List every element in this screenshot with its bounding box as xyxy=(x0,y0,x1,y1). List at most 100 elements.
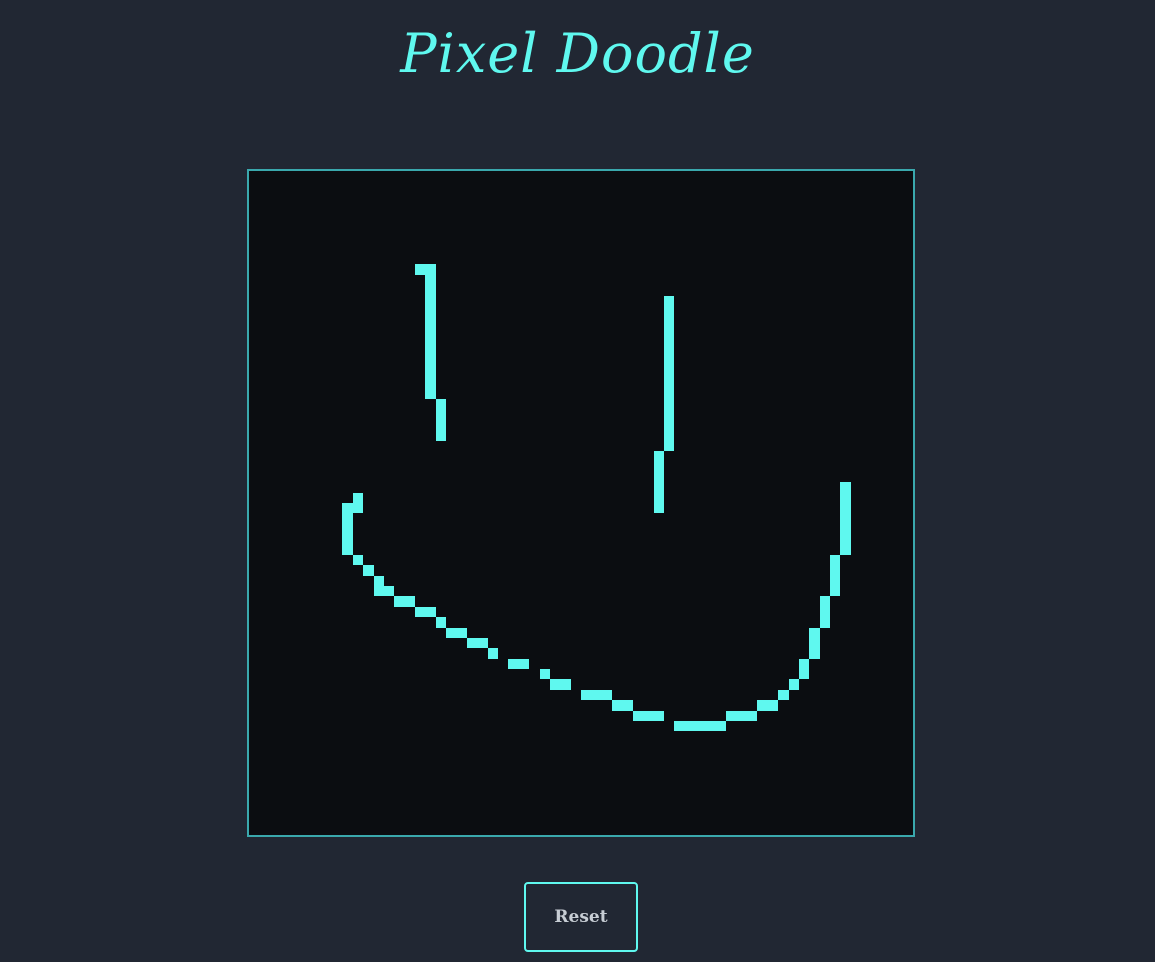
painted-pixel xyxy=(404,596,415,607)
painted-pixel xyxy=(342,523,353,535)
painted-pixel xyxy=(352,503,364,514)
painted-pixel xyxy=(425,337,436,348)
painted-pixel xyxy=(363,565,374,576)
painted-pixel xyxy=(695,720,706,732)
page-title: Pixel Doodle xyxy=(400,22,755,85)
painted-pixel xyxy=(757,700,768,711)
painted-pixel xyxy=(664,440,675,452)
painted-pixel xyxy=(539,669,550,680)
painted-pixel xyxy=(425,285,436,296)
painted-pixel xyxy=(601,689,613,701)
reset-button[interactable]: Reset xyxy=(524,882,638,952)
painted-pixel xyxy=(591,689,602,701)
painted-pixel xyxy=(425,316,436,327)
painted-pixel xyxy=(840,523,851,535)
painted-pixel xyxy=(435,399,447,410)
painted-pixel xyxy=(394,596,405,607)
painted-pixel xyxy=(674,720,685,732)
painted-pixel xyxy=(415,606,426,618)
painted-pixel xyxy=(664,295,675,306)
painted-pixel xyxy=(664,368,675,379)
painted-pixel xyxy=(664,357,675,369)
painted-pixel xyxy=(373,575,384,586)
painted-pixel xyxy=(342,513,353,524)
painted-pixel xyxy=(664,388,675,400)
painted-pixel xyxy=(425,274,436,286)
painted-pixel xyxy=(767,700,779,711)
painted-pixel xyxy=(653,492,664,503)
painted-pixel xyxy=(612,700,623,711)
painted-pixel xyxy=(487,648,498,659)
painted-pixel xyxy=(830,586,841,597)
painted-pixel xyxy=(664,337,675,348)
painted-pixel xyxy=(840,544,851,555)
painted-pixel xyxy=(415,264,426,275)
painted-pixel xyxy=(425,347,436,358)
painted-pixel xyxy=(840,503,851,514)
painted-pixel xyxy=(726,710,737,721)
painted-pixel xyxy=(664,316,675,327)
painted-pixel xyxy=(425,264,436,275)
painted-pixel xyxy=(435,430,447,441)
painted-pixel xyxy=(342,503,353,514)
painted-pixel xyxy=(466,637,478,649)
painted-pixel xyxy=(653,503,664,514)
painted-pixel xyxy=(653,471,664,483)
painted-pixel xyxy=(664,378,675,389)
painted-pixel xyxy=(819,606,830,618)
painted-pixel xyxy=(809,637,820,649)
painted-pixel xyxy=(840,534,851,545)
painted-pixel xyxy=(477,637,488,649)
painted-pixel xyxy=(840,513,851,524)
painted-pixel xyxy=(643,710,654,721)
painted-pixel xyxy=(435,409,447,420)
painted-pixel xyxy=(446,627,457,638)
painted-pixel xyxy=(819,617,830,628)
painted-pixel xyxy=(715,720,727,732)
painted-pixel xyxy=(581,689,592,701)
painted-pixel xyxy=(840,492,851,503)
painted-pixel xyxy=(425,368,436,379)
painted-pixel xyxy=(518,658,530,669)
painted-pixel xyxy=(664,430,675,441)
painted-pixel xyxy=(373,586,384,597)
painted-pixel xyxy=(425,388,436,400)
painted-pixel xyxy=(425,295,436,306)
painted-pixel xyxy=(435,420,447,431)
painted-pixel xyxy=(622,700,633,711)
painted-pixel xyxy=(425,378,436,389)
painted-pixel xyxy=(653,710,664,721)
painted-pixel xyxy=(809,627,820,638)
painted-pixel xyxy=(560,679,571,690)
painted-pixel xyxy=(788,679,799,690)
painted-pixel xyxy=(664,420,675,431)
painted-pixel xyxy=(664,409,675,420)
painted-pixel xyxy=(705,720,716,732)
painted-pixel xyxy=(736,710,747,721)
painted-pixel xyxy=(508,658,519,669)
painted-pixel xyxy=(664,347,675,358)
painted-pixel xyxy=(653,451,664,462)
painted-pixel xyxy=(425,606,436,618)
painted-pixel xyxy=(632,710,644,721)
painted-pixel xyxy=(798,658,810,669)
painted-pixel xyxy=(747,710,758,721)
painted-pixel xyxy=(653,461,664,472)
painted-pixel xyxy=(425,326,436,337)
painted-pixel xyxy=(456,627,467,638)
painted-pixel xyxy=(549,679,561,690)
painted-pixel xyxy=(352,492,364,503)
painted-pixel xyxy=(664,305,675,317)
painted-pixel xyxy=(819,596,830,607)
painted-pixel xyxy=(830,565,841,576)
painted-pixel xyxy=(664,399,675,410)
painted-pixel xyxy=(778,689,789,701)
painted-pixel xyxy=(840,482,851,493)
painted-pixel xyxy=(342,544,353,555)
drawing-canvas[interactable] xyxy=(247,169,915,837)
painted-pixel xyxy=(435,617,447,628)
painted-pixel xyxy=(664,326,675,337)
painted-pixel xyxy=(684,720,696,732)
painted-pixel xyxy=(830,554,841,566)
painted-pixel xyxy=(425,357,436,369)
